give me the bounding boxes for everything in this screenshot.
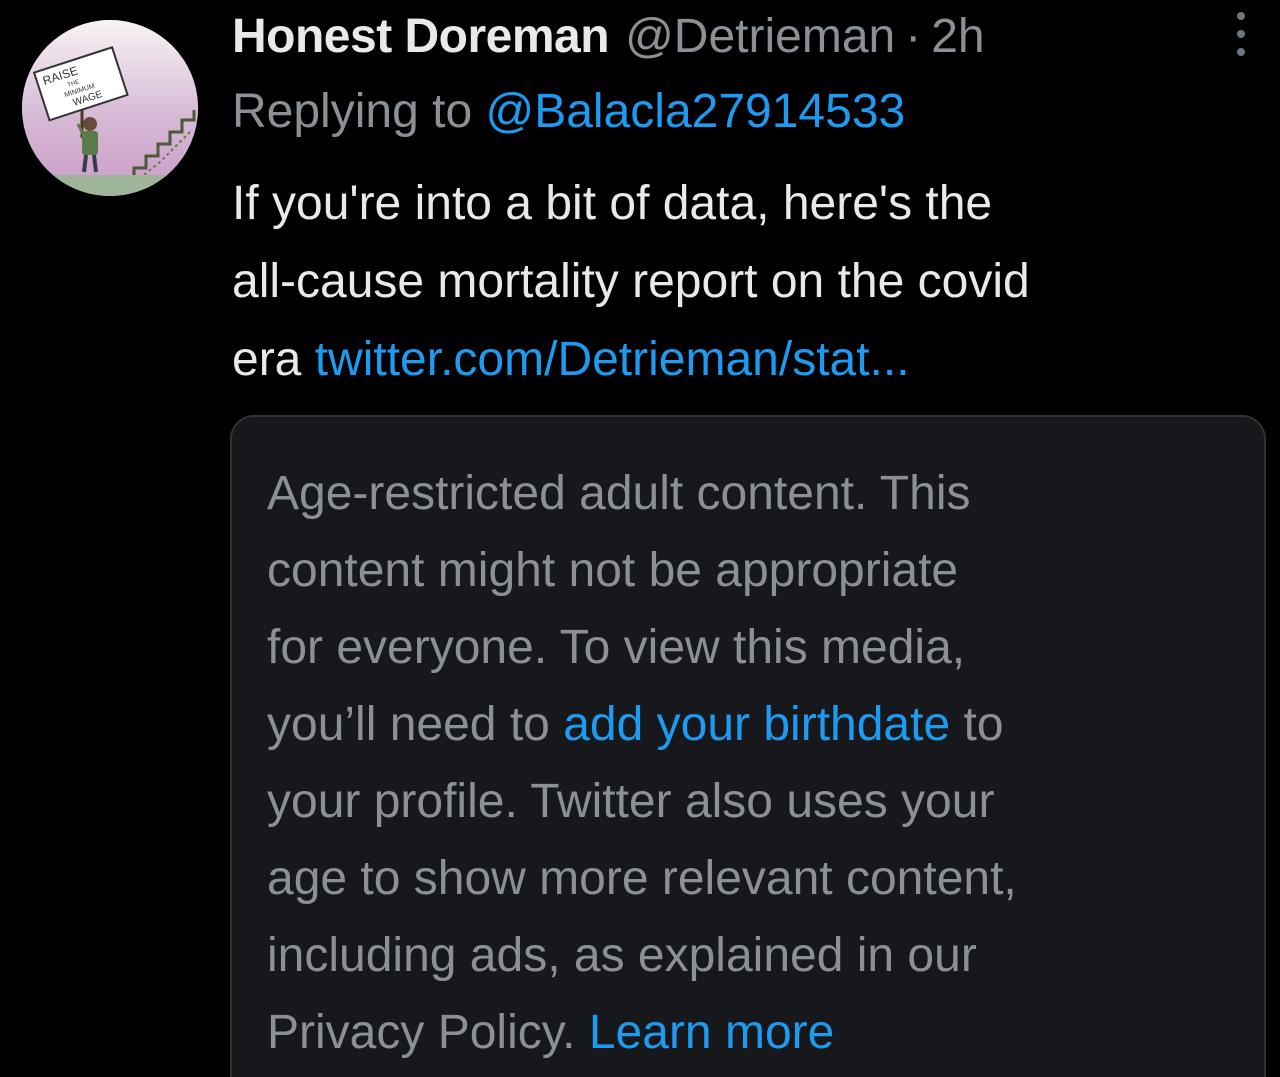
learn-more-link[interactable]: Learn more: [589, 1006, 834, 1059]
replying-to: Replying to @Balacla27914533: [232, 84, 905, 139]
separator-dot: ·: [905, 9, 922, 63]
card-line3: for everyone. To view this media,: [267, 621, 966, 674]
author-handle[interactable]: @Detrieman: [625, 9, 895, 64]
replying-prefix: Replying to: [232, 85, 473, 138]
card-line2: content might not be appropriate: [267, 544, 959, 597]
reply-mention-link[interactable]: @Balacla27914533: [485, 85, 905, 138]
tweet-body: If you're into a bit of data, here's the…: [232, 165, 1272, 399]
card-line5: your profile. Twitter also uses your: [267, 775, 995, 828]
card-line1: Age-restricted adult content. This: [267, 467, 971, 520]
tweet-header: Honest Doreman @Detrieman · 2h: [232, 6, 985, 66]
author-name[interactable]: Honest Doreman: [232, 9, 610, 64]
card-line8: Privacy Policy. Learn more: [267, 994, 1257, 1071]
add-birthdate-link[interactable]: add your birthdate: [563, 698, 950, 751]
restricted-media-text: Age-restricted adult content. This conte…: [267, 455, 1257, 1071]
tweet-body-line1: If you're into a bit of data, here's the: [232, 177, 993, 230]
card-line8-prefix: Privacy Policy.: [267, 1006, 576, 1059]
tweet-body-line3: era twitter.com/Detrieman/stat...: [232, 321, 1272, 399]
card-line6: age to show more relevant content,: [267, 852, 1017, 905]
tweet-body-line2: all-cause mortality report on the covid: [232, 255, 1030, 308]
tweet[interactable]: RAISE THE MINIMUM WAGE Honest Doreman @D…: [0, 0, 1280, 1077]
card-line4-suffix: to: [963, 698, 1004, 751]
more-vertical-icon[interactable]: [1224, 12, 1258, 56]
card-line7: including ads, as explained in our: [267, 929, 977, 982]
tweet-time[interactable]: 2h: [931, 9, 984, 64]
avatar[interactable]: RAISE THE MINIMUM WAGE: [22, 20, 198, 196]
tweet-body-link[interactable]: twitter.com/Detrieman/stat...: [315, 333, 910, 386]
card-line4: you’ll need to add your birthdate to: [267, 686, 1257, 763]
card-line4-prefix: you’ll need to: [267, 698, 550, 751]
restricted-media-card: Age-restricted adult content. This conte…: [230, 415, 1266, 1077]
avatar-image: RAISE THE MINIMUM WAGE: [22, 20, 198, 196]
tweet-body-line3-prefix: era: [232, 333, 302, 386]
